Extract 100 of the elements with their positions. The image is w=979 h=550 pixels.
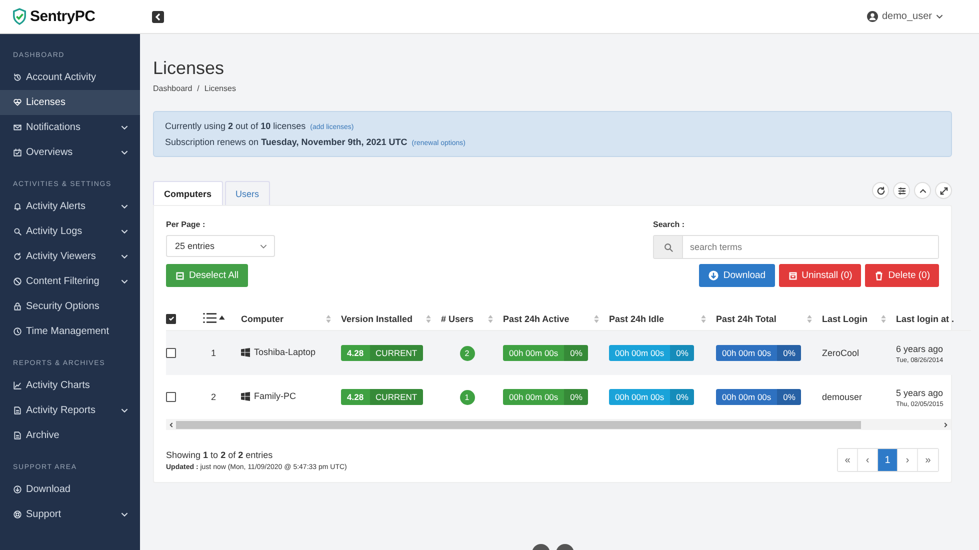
time-badge: 00h 00m 00s 0% xyxy=(609,389,694,405)
lock-icon xyxy=(13,302,22,311)
time-badge: 00h 00m 00s 0% xyxy=(503,389,588,405)
sidebar-item[interactable]: Activity Reports xyxy=(0,398,140,423)
column-header[interactable]: Computer xyxy=(241,314,284,324)
sidebar-toggle-button[interactable] xyxy=(152,10,164,22)
sidebar-item[interactable]: Content Filtering xyxy=(0,269,140,294)
chevron-down-icon[interactable] xyxy=(936,14,943,19)
chevron-down-icon xyxy=(121,408,128,413)
computer-name: Toshiba-Laptop xyxy=(254,347,316,358)
sidebar-item[interactable]: Overviews xyxy=(0,140,140,165)
document-icon xyxy=(13,431,22,440)
heart-icon xyxy=(13,98,22,107)
windows-icon xyxy=(241,392,250,401)
chevron-down-icon xyxy=(121,512,128,517)
sidebar-item[interactable]: Download xyxy=(0,477,140,502)
expand-icon xyxy=(938,186,948,196)
chevron-down-icon xyxy=(121,125,128,130)
sort-index-icon[interactable] xyxy=(202,312,224,322)
download-button[interactable]: Download xyxy=(699,264,775,287)
column-header[interactable]: Last Login xyxy=(822,314,868,324)
tab[interactable]: Users xyxy=(224,181,270,205)
column-header[interactable]: Past 24h Idle xyxy=(609,314,664,324)
ban-icon xyxy=(13,277,22,286)
minus-square-icon xyxy=(175,270,185,280)
search-icon xyxy=(662,242,674,252)
download-icon xyxy=(13,485,22,494)
settings-button[interactable] xyxy=(893,182,910,199)
brand-logo: SentryPC xyxy=(30,8,96,25)
tab[interactable]: Computers xyxy=(153,181,223,205)
chevron-down-icon xyxy=(121,204,128,209)
shield-check-icon xyxy=(12,8,27,25)
search-icon xyxy=(13,227,22,236)
user-icon xyxy=(866,11,878,22)
trash-icon xyxy=(874,270,884,280)
horizontal-scrollbar[interactable] xyxy=(166,419,951,430)
breadcrumb-item: Licenses xyxy=(204,84,236,93)
user-count-badge: 1 xyxy=(460,390,474,404)
delete-button[interactable]: Delete (0) xyxy=(865,264,939,287)
column-header[interactable]: Past 24h Active xyxy=(503,314,570,324)
sidebar-item[interactable]: Activity Viewers xyxy=(0,244,140,269)
document-icon xyxy=(13,406,22,415)
envelope-icon xyxy=(13,123,22,132)
sidebar-item[interactable]: Notifications xyxy=(0,115,140,140)
bell-icon xyxy=(13,202,22,211)
refresh-button[interactable] xyxy=(872,182,889,199)
uninstall-button[interactable]: Uninstall (0) xyxy=(778,264,862,287)
user-menu[interactable]: demo_user xyxy=(882,11,932,22)
calendar-icon xyxy=(13,148,22,157)
sidebar-item[interactable]: Account Activity xyxy=(0,65,140,90)
search-field[interactable]: search terms xyxy=(653,235,939,259)
column-header[interactable]: Past 24h Total xyxy=(716,314,776,324)
sidebar-item[interactable]: Activity Alerts xyxy=(0,194,140,219)
chevron-down-icon xyxy=(121,254,128,259)
version-badge: 4.28 CURRENT xyxy=(341,345,424,361)
clock-icon xyxy=(13,327,22,336)
chevron-down-icon xyxy=(121,229,128,234)
time-badge: 00h 00m 00s 0% xyxy=(716,345,802,361)
chart-icon xyxy=(13,381,22,390)
entries-summary: Showing 1 to 2 of 2 entries xyxy=(166,450,274,460)
sidebar-item[interactable]: Archive xyxy=(0,423,140,448)
windows-icon xyxy=(241,348,250,357)
row-number: 1 xyxy=(210,348,216,358)
breadcrumb-separator: / xyxy=(197,84,200,93)
breadcrumb-item[interactable]: Dashboard xyxy=(153,84,192,93)
computer-name: Family-PC xyxy=(254,391,296,402)
column-header[interactable]: Version Installed xyxy=(341,314,413,324)
column-header[interactable]: Last login at . xyxy=(896,314,954,324)
refresh-icon xyxy=(876,186,886,196)
time-badge: 00h 00m 00s 0% xyxy=(503,345,588,361)
column-header[interactable]: # Users xyxy=(441,314,474,324)
fullscreen-button[interactable] xyxy=(935,182,952,199)
per-page-label: Per Page : xyxy=(166,220,206,229)
check-icon xyxy=(168,315,174,322)
sidebar-item[interactable]: Security Options xyxy=(0,294,140,319)
chevron-down-icon xyxy=(260,244,267,248)
chevron-right-icon[interactable] xyxy=(944,422,948,428)
chevron-left-icon[interactable] xyxy=(169,422,173,428)
row-number: 2 xyxy=(210,392,216,402)
sidebar-item[interactable]: Activity Logs xyxy=(0,219,140,244)
sidebar-item[interactable]: Support xyxy=(0,502,140,527)
sidebar-item[interactable]: Activity Charts xyxy=(0,373,140,398)
select-all-checkbox[interactable] xyxy=(166,314,176,324)
time-badge: 00h 00m 00s 0% xyxy=(609,345,694,361)
time-badge: 00h 00m 00s 0% xyxy=(716,389,802,405)
download-icon xyxy=(708,270,720,281)
row-checkbox[interactable] xyxy=(166,348,176,358)
version-badge: 4.28 CURRENT xyxy=(341,389,424,405)
history-icon xyxy=(13,73,22,82)
refresh-icon xyxy=(13,252,22,261)
sidebar-item[interactable]: Licenses xyxy=(0,90,140,115)
lifebuoy-icon xyxy=(13,510,22,519)
search-label: Search : xyxy=(653,220,686,229)
row-checkbox[interactable] xyxy=(166,392,176,402)
last-login-ago: 6 years ago xyxy=(896,344,944,354)
per-page-select[interactable]: 25 entries xyxy=(166,235,275,257)
pagination-button[interactable]: « xyxy=(838,449,858,471)
user-count-badge: 2 xyxy=(460,346,474,360)
sidebar-item[interactable]: Time Management xyxy=(0,319,140,344)
pagination-button[interactable]: 1 xyxy=(878,449,898,471)
